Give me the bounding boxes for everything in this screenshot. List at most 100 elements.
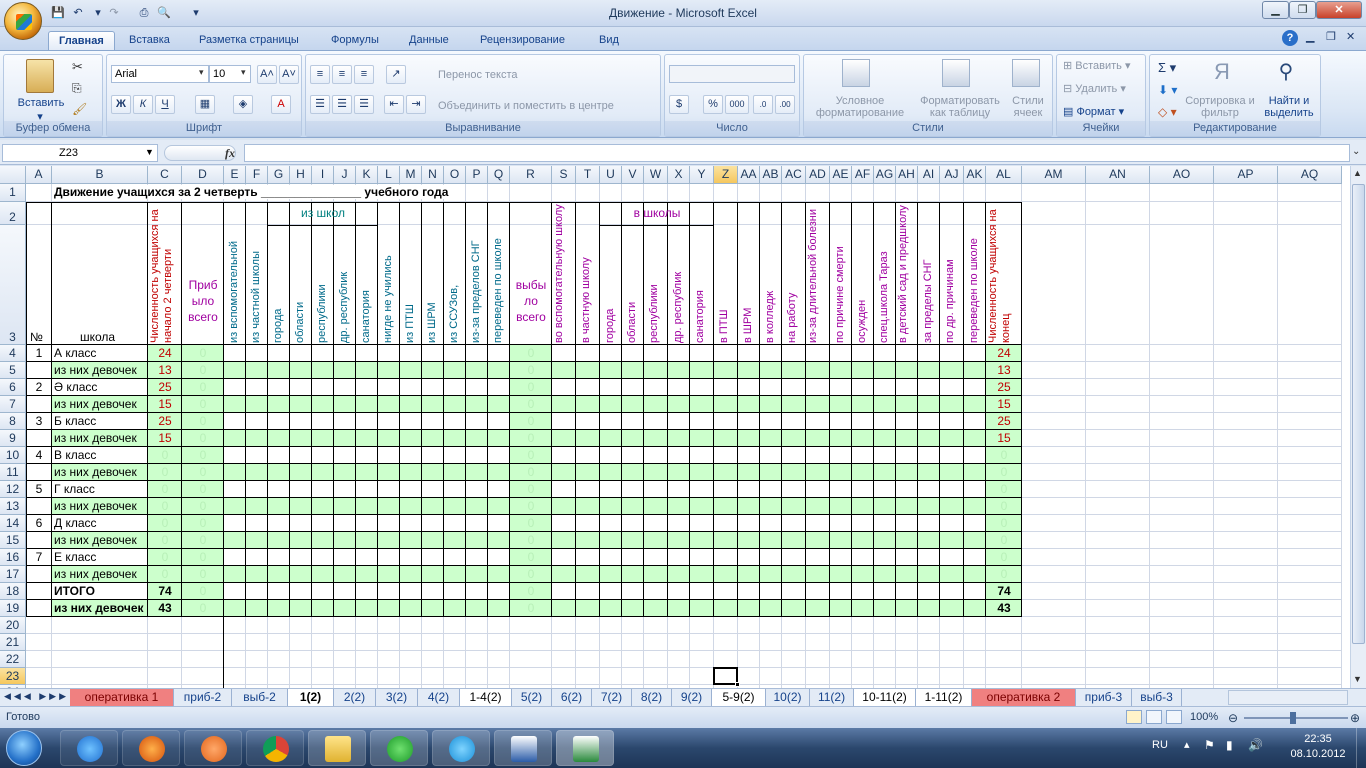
cell[interactable] (896, 515, 918, 532)
cell[interactable] (378, 379, 400, 396)
workbook-restore-icon[interactable]: ❐ (1326, 30, 1336, 43)
cell[interactable] (26, 202, 52, 225)
align-left-icon[interactable]: ☰ (310, 95, 330, 114)
cell[interactable] (806, 345, 830, 362)
sheet-tab[interactable]: 7(2) (592, 689, 632, 706)
cell[interactable] (444, 481, 466, 498)
cell[interactable] (830, 184, 852, 202)
cell[interactable] (576, 498, 600, 515)
cell[interactable] (268, 430, 290, 447)
cell[interactable] (622, 634, 644, 651)
cell[interactable] (986, 617, 1022, 634)
cell[interactable] (466, 583, 488, 600)
cell[interactable] (782, 413, 806, 430)
column-header[interactable]: AB (760, 166, 782, 184)
cell[interactable] (246, 617, 268, 634)
row-header[interactable]: 20 (0, 617, 26, 634)
cell[interactable] (852, 362, 874, 379)
cell[interactable] (782, 566, 806, 583)
sheet-tab[interactable]: приб-3 (1076, 689, 1132, 706)
cell[interactable] (312, 447, 334, 464)
cell[interactable] (444, 362, 466, 379)
cell[interactable] (334, 464, 356, 481)
cell[interactable] (334, 634, 356, 651)
cell[interactable] (940, 617, 964, 634)
cell[interactable] (488, 549, 510, 566)
cell[interactable] (488, 532, 510, 549)
minimize-button[interactable]: ▁ (1262, 1, 1289, 19)
cell[interactable] (806, 464, 830, 481)
cell[interactable] (1022, 600, 1086, 617)
cell[interactable] (806, 184, 830, 202)
cell[interactable] (224, 532, 246, 549)
cell[interactable] (356, 532, 378, 549)
binoculars-icon[interactable]: ⚲ (1272, 59, 1300, 87)
cell[interactable] (1150, 515, 1214, 532)
cell[interactable] (356, 430, 378, 447)
cell[interactable] (738, 345, 760, 362)
cell[interactable] (622, 362, 644, 379)
find-select-button[interactable]: Найти и выделить (1258, 95, 1320, 119)
cell[interactable] (1150, 583, 1214, 600)
cell[interactable] (622, 464, 644, 481)
cell[interactable] (1214, 532, 1278, 549)
cell[interactable] (26, 617, 52, 634)
cell[interactable] (1086, 566, 1150, 583)
cell[interactable] (1278, 634, 1342, 651)
cell[interactable] (644, 668, 668, 685)
cell[interactable] (874, 464, 896, 481)
cell[interactable] (738, 396, 760, 413)
cell[interactable] (690, 362, 714, 379)
sheet-tab[interactable]: 5-9(2) (712, 689, 766, 706)
cell[interactable] (1022, 532, 1086, 549)
cell[interactable] (782, 447, 806, 464)
cell[interactable] (466, 184, 488, 202)
cell[interactable] (644, 515, 668, 532)
cell[interactable] (760, 549, 782, 566)
cell[interactable] (918, 532, 940, 549)
cell[interactable] (378, 481, 400, 498)
cell[interactable] (422, 396, 444, 413)
restore-button[interactable]: ❐ (1289, 1, 1316, 19)
format-cells-button[interactable]: ▤ Формат ▾ (1063, 106, 1124, 118)
cell[interactable] (918, 600, 940, 617)
row-header[interactable]: 13 (0, 498, 26, 515)
cell[interactable] (964, 345, 986, 362)
cell[interactable] (644, 498, 668, 515)
cell[interactable] (312, 379, 334, 396)
cell[interactable] (986, 184, 1022, 202)
column-header[interactable]: AF (852, 166, 874, 184)
cell[interactable] (356, 464, 378, 481)
cell[interactable] (668, 668, 690, 685)
page-break-view-icon[interactable] (1166, 710, 1182, 724)
column-header[interactable]: U (600, 166, 622, 184)
cell[interactable] (622, 379, 644, 396)
cell[interactable] (852, 481, 874, 498)
cell[interactable] (334, 379, 356, 396)
cell[interactable] (1278, 379, 1342, 396)
cell[interactable] (738, 481, 760, 498)
cell[interactable] (224, 668, 246, 685)
cell[interactable] (738, 651, 760, 668)
cell[interactable] (1214, 396, 1278, 413)
cell[interactable] (1150, 651, 1214, 668)
cell[interactable] (1278, 362, 1342, 379)
cell[interactable] (874, 413, 896, 430)
cell[interactable] (26, 184, 52, 202)
sheet-tab[interactable]: выб-3 (1132, 689, 1182, 706)
cell[interactable] (268, 549, 290, 566)
cell[interactable] (714, 651, 738, 668)
cell[interactable] (622, 600, 644, 617)
cell[interactable] (896, 184, 918, 202)
cell[interactable] (444, 447, 466, 464)
cell[interactable] (224, 481, 246, 498)
cell[interactable] (290, 345, 312, 362)
zoom-slider[interactable] (1244, 717, 1348, 719)
cell[interactable] (466, 464, 488, 481)
cell[interactable] (400, 634, 422, 651)
cell[interactable] (182, 202, 224, 225)
cell[interactable] (782, 600, 806, 617)
cell[interactable] (148, 668, 182, 685)
cell[interactable] (552, 668, 576, 685)
cell[interactable] (830, 634, 852, 651)
